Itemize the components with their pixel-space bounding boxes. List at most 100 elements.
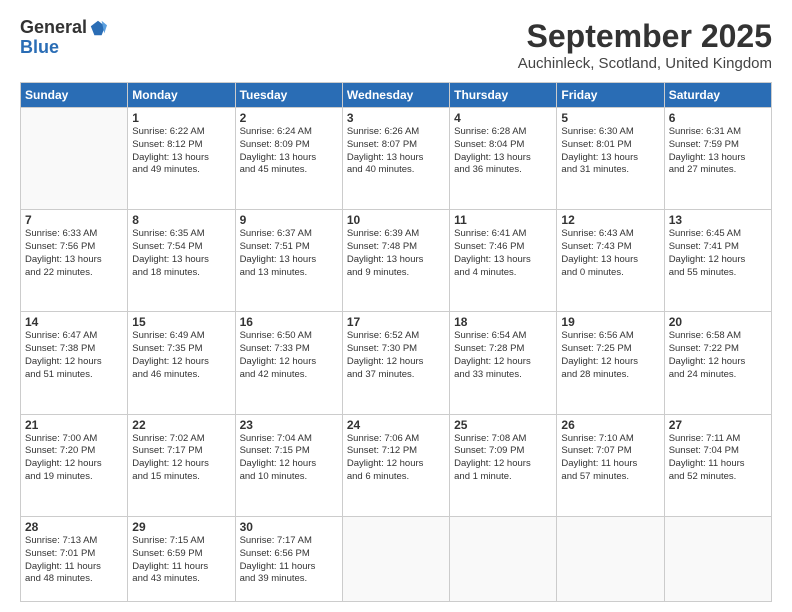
logo: General Blue: [20, 18, 107, 58]
day-number: 23: [240, 418, 338, 432]
day-info: Sunrise: 6:35 AM Sunset: 7:54 PM Dayligh…: [132, 228, 230, 279]
day-info: Sunrise: 6:41 AM Sunset: 7:46 PM Dayligh…: [454, 228, 552, 279]
header-row: Sunday Monday Tuesday Wednesday Thursday…: [21, 83, 772, 108]
page: General Blue September 2025 Auchinleck, …: [0, 0, 792, 612]
day-number: 6: [669, 111, 767, 125]
table-row: 2Sunrise: 6:24 AM Sunset: 8:09 PM Daylig…: [235, 108, 342, 210]
table-row: 8Sunrise: 6:35 AM Sunset: 7:54 PM Daylig…: [128, 210, 235, 312]
day-info: Sunrise: 6:26 AM Sunset: 8:07 PM Dayligh…: [347, 126, 445, 177]
table-row: 28Sunrise: 7:13 AM Sunset: 7:01 PM Dayli…: [21, 516, 128, 601]
day-number: 22: [132, 418, 230, 432]
day-number: 27: [669, 418, 767, 432]
day-number: 10: [347, 213, 445, 227]
table-row: 22Sunrise: 7:02 AM Sunset: 7:17 PM Dayli…: [128, 414, 235, 516]
day-number: 4: [454, 111, 552, 125]
day-info: Sunrise: 7:17 AM Sunset: 6:56 PM Dayligh…: [240, 535, 338, 586]
header: General Blue September 2025 Auchinleck, …: [20, 18, 772, 72]
day-number: 21: [25, 418, 123, 432]
day-number: 9: [240, 213, 338, 227]
table-row: 11Sunrise: 6:41 AM Sunset: 7:46 PM Dayli…: [450, 210, 557, 312]
day-number: 13: [669, 213, 767, 227]
day-number: 1: [132, 111, 230, 125]
day-info: Sunrise: 6:28 AM Sunset: 8:04 PM Dayligh…: [454, 126, 552, 177]
table-row: 3Sunrise: 6:26 AM Sunset: 8:07 PM Daylig…: [342, 108, 449, 210]
col-monday: Monday: [128, 83, 235, 108]
table-row: 24Sunrise: 7:06 AM Sunset: 7:12 PM Dayli…: [342, 414, 449, 516]
table-row: 16Sunrise: 6:50 AM Sunset: 7:33 PM Dayli…: [235, 312, 342, 414]
col-saturday: Saturday: [664, 83, 771, 108]
table-row: 1Sunrise: 6:22 AM Sunset: 8:12 PM Daylig…: [128, 108, 235, 210]
table-row: 12Sunrise: 6:43 AM Sunset: 7:43 PM Dayli…: [557, 210, 664, 312]
day-info: Sunrise: 7:08 AM Sunset: 7:09 PM Dayligh…: [454, 433, 552, 484]
day-info: Sunrise: 7:02 AM Sunset: 7:17 PM Dayligh…: [132, 433, 230, 484]
day-info: Sunrise: 6:39 AM Sunset: 7:48 PM Dayligh…: [347, 228, 445, 279]
logo-blue: Blue: [20, 38, 59, 58]
col-tuesday: Tuesday: [235, 83, 342, 108]
table-row: 30Sunrise: 7:17 AM Sunset: 6:56 PM Dayli…: [235, 516, 342, 601]
day-info: Sunrise: 7:04 AM Sunset: 7:15 PM Dayligh…: [240, 433, 338, 484]
day-number: 20: [669, 315, 767, 329]
day-number: 17: [347, 315, 445, 329]
table-row: 20Sunrise: 6:58 AM Sunset: 7:22 PM Dayli…: [664, 312, 771, 414]
day-info: Sunrise: 6:37 AM Sunset: 7:51 PM Dayligh…: [240, 228, 338, 279]
table-row: 5Sunrise: 6:30 AM Sunset: 8:01 PM Daylig…: [557, 108, 664, 210]
day-info: Sunrise: 6:22 AM Sunset: 8:12 PM Dayligh…: [132, 126, 230, 177]
table-row: 21Sunrise: 7:00 AM Sunset: 7:20 PM Dayli…: [21, 414, 128, 516]
table-row: [342, 516, 449, 601]
day-info: Sunrise: 6:54 AM Sunset: 7:28 PM Dayligh…: [454, 330, 552, 381]
table-row: 7Sunrise: 6:33 AM Sunset: 7:56 PM Daylig…: [21, 210, 128, 312]
day-number: 5: [561, 111, 659, 125]
day-info: Sunrise: 6:31 AM Sunset: 7:59 PM Dayligh…: [669, 126, 767, 177]
day-number: 7: [25, 213, 123, 227]
day-info: Sunrise: 7:15 AM Sunset: 6:59 PM Dayligh…: [132, 535, 230, 586]
table-row: 29Sunrise: 7:15 AM Sunset: 6:59 PM Dayli…: [128, 516, 235, 601]
day-info: Sunrise: 7:10 AM Sunset: 7:07 PM Dayligh…: [561, 433, 659, 484]
day-info: Sunrise: 6:49 AM Sunset: 7:35 PM Dayligh…: [132, 330, 230, 381]
day-number: 18: [454, 315, 552, 329]
table-row: 26Sunrise: 7:10 AM Sunset: 7:07 PM Dayli…: [557, 414, 664, 516]
table-row: [557, 516, 664, 601]
day-number: 28: [25, 520, 123, 534]
table-row: 13Sunrise: 6:45 AM Sunset: 7:41 PM Dayli…: [664, 210, 771, 312]
day-number: 8: [132, 213, 230, 227]
table-row: 10Sunrise: 6:39 AM Sunset: 7:48 PM Dayli…: [342, 210, 449, 312]
logo-general: General: [20, 18, 87, 38]
day-number: 12: [561, 213, 659, 227]
day-number: 2: [240, 111, 338, 125]
table-row: 6Sunrise: 6:31 AM Sunset: 7:59 PM Daylig…: [664, 108, 771, 210]
day-info: Sunrise: 7:13 AM Sunset: 7:01 PM Dayligh…: [25, 535, 123, 586]
table-row: 4Sunrise: 6:28 AM Sunset: 8:04 PM Daylig…: [450, 108, 557, 210]
day-info: Sunrise: 6:45 AM Sunset: 7:41 PM Dayligh…: [669, 228, 767, 279]
day-info: Sunrise: 6:52 AM Sunset: 7:30 PM Dayligh…: [347, 330, 445, 381]
table-row: 14Sunrise: 6:47 AM Sunset: 7:38 PM Dayli…: [21, 312, 128, 414]
day-number: 29: [132, 520, 230, 534]
day-info: Sunrise: 6:24 AM Sunset: 8:09 PM Dayligh…: [240, 126, 338, 177]
day-info: Sunrise: 7:06 AM Sunset: 7:12 PM Dayligh…: [347, 433, 445, 484]
day-number: 26: [561, 418, 659, 432]
table-row: [664, 516, 771, 601]
table-row: [450, 516, 557, 601]
table-row: 9Sunrise: 6:37 AM Sunset: 7:51 PM Daylig…: [235, 210, 342, 312]
table-row: 23Sunrise: 7:04 AM Sunset: 7:15 PM Dayli…: [235, 414, 342, 516]
day-info: Sunrise: 6:30 AM Sunset: 8:01 PM Dayligh…: [561, 126, 659, 177]
day-number: 14: [25, 315, 123, 329]
day-number: 15: [132, 315, 230, 329]
table-row: 25Sunrise: 7:08 AM Sunset: 7:09 PM Dayli…: [450, 414, 557, 516]
day-info: Sunrise: 7:00 AM Sunset: 7:20 PM Dayligh…: [25, 433, 123, 484]
day-number: 19: [561, 315, 659, 329]
title-block: September 2025 Auchinleck, Scotland, Uni…: [518, 18, 772, 72]
day-number: 3: [347, 111, 445, 125]
table-row: 17Sunrise: 6:52 AM Sunset: 7:30 PM Dayli…: [342, 312, 449, 414]
day-info: Sunrise: 6:56 AM Sunset: 7:25 PM Dayligh…: [561, 330, 659, 381]
table-row: 27Sunrise: 7:11 AM Sunset: 7:04 PM Dayli…: [664, 414, 771, 516]
day-info: Sunrise: 6:58 AM Sunset: 7:22 PM Dayligh…: [669, 330, 767, 381]
table-row: 15Sunrise: 6:49 AM Sunset: 7:35 PM Dayli…: [128, 312, 235, 414]
col-thursday: Thursday: [450, 83, 557, 108]
day-number: 24: [347, 418, 445, 432]
month-title: September 2025: [518, 18, 772, 55]
day-info: Sunrise: 7:11 AM Sunset: 7:04 PM Dayligh…: [669, 433, 767, 484]
table-row: 18Sunrise: 6:54 AM Sunset: 7:28 PM Dayli…: [450, 312, 557, 414]
day-number: 25: [454, 418, 552, 432]
day-number: 11: [454, 213, 552, 227]
day-info: Sunrise: 6:33 AM Sunset: 7:56 PM Dayligh…: [25, 228, 123, 279]
